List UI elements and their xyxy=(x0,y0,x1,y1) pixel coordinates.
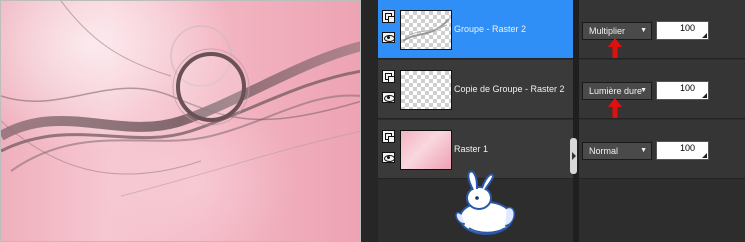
layer-icons xyxy=(382,10,396,43)
opacity-input[interactable]: 100 xyxy=(656,81,709,100)
canvas-preview xyxy=(0,0,361,242)
layer-thumbnail[interactable] xyxy=(400,130,452,170)
eye-icon[interactable] xyxy=(382,32,395,43)
layer-properties-row: Lumière dure ▼ 100 xyxy=(579,60,745,119)
eye-icon[interactable] xyxy=(382,92,395,103)
eye-icon[interactable] xyxy=(382,152,395,163)
layer-group-icon[interactable] xyxy=(382,70,395,83)
layer-thumbnail[interactable] xyxy=(400,10,452,50)
chevron-down-icon: ▼ xyxy=(640,27,647,34)
opacity-input[interactable]: 100 xyxy=(656,141,709,160)
layer-name: Raster 1 xyxy=(454,144,489,154)
layer-name: Copie de Groupe - Raster 2 xyxy=(454,84,565,94)
layer-icons xyxy=(382,70,396,103)
blend-mode-dropdown[interactable]: Normal ▼ xyxy=(582,142,652,160)
layer-properties-row: Normal ▼ 100 xyxy=(579,120,745,179)
layer-properties-column: Multiplier ▼ 100 Lumière dure ▼ 100 Norm… xyxy=(579,0,745,242)
layer-row-copie-groupe-raster-2[interactable]: Copie de Groupe - Raster 2 xyxy=(378,60,574,119)
blend-mode-value: Multiplier xyxy=(589,26,626,36)
layer-properties-row: Multiplier ▼ 100 xyxy=(579,0,745,59)
layer-thumbnail[interactable] xyxy=(400,70,452,110)
chevron-down-icon: ▼ xyxy=(640,87,647,94)
red-up-arrow-icon xyxy=(608,38,622,58)
layers-panel-gutter xyxy=(361,0,378,242)
bunny-logo xyxy=(455,170,515,235)
canvas-artwork xyxy=(1,1,360,197)
red-up-arrow-icon xyxy=(608,98,622,118)
layer-row-groupe-raster-2[interactable]: Groupe - Raster 2 xyxy=(378,0,574,59)
chevron-down-icon: ▼ xyxy=(640,147,647,154)
layer-group-icon[interactable] xyxy=(382,10,395,23)
layer-icons xyxy=(382,130,396,163)
layer-name: Groupe - Raster 2 xyxy=(454,24,527,34)
layer-group-icon[interactable] xyxy=(382,130,395,143)
opacity-input[interactable]: 100 xyxy=(656,21,709,40)
blend-mode-value: Normal xyxy=(589,146,619,156)
layers-panel: Groupe - Raster 2 Copie de Groupe - Rast… xyxy=(361,0,745,242)
blend-mode-value: Lumière dure xyxy=(589,86,643,96)
collapse-handle-icon[interactable] xyxy=(570,138,577,174)
swirl-thumbnail-icon xyxy=(402,18,450,42)
